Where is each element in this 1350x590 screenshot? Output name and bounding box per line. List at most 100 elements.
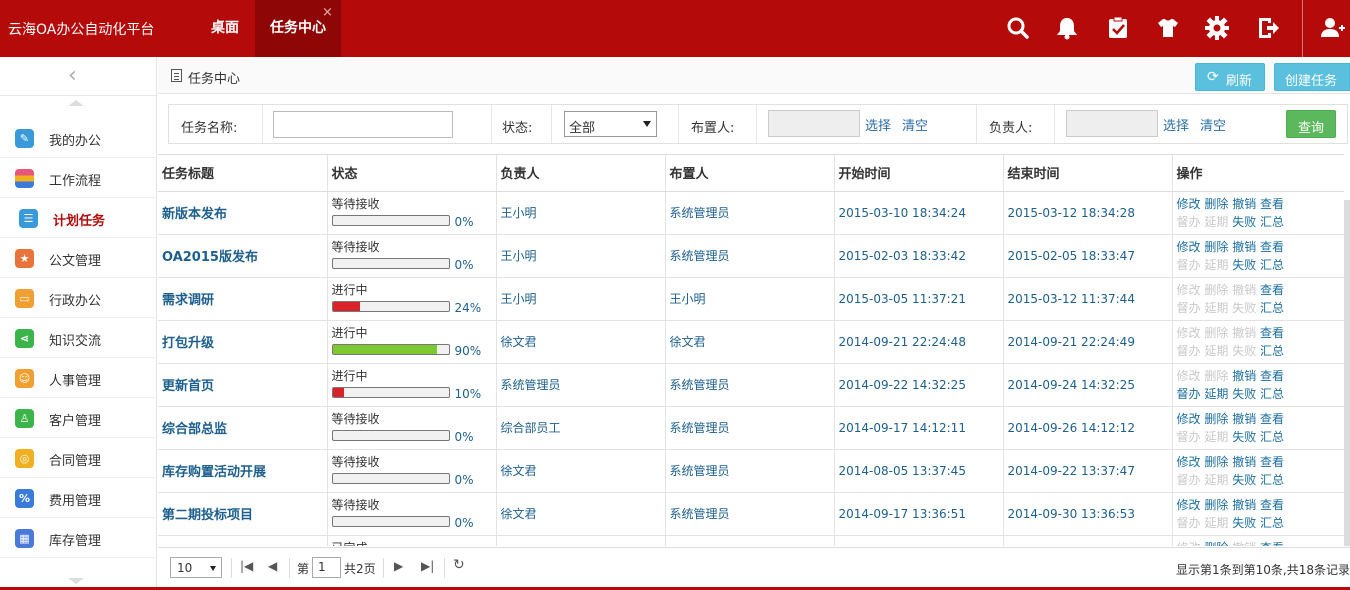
sidebar-item-customer[interactable]: ♙ 客户管理	[0, 398, 157, 438]
op-view-link[interactable]: 查看	[1260, 369, 1284, 383]
op-view-link[interactable]: 查看	[1260, 240, 1284, 254]
op-revoke-link[interactable]: 撤销	[1232, 498, 1256, 512]
clipboard-check-icon[interactable]	[1104, 14, 1132, 42]
gear-icon[interactable]	[1203, 14, 1231, 42]
op-view-link[interactable]: 查看	[1260, 541, 1284, 547]
refresh-button[interactable]: ⟳ 刷新	[1195, 63, 1265, 91]
op-fail-link[interactable]: 失败	[1232, 516, 1256, 530]
op-delete-link[interactable]: 删除	[1204, 412, 1228, 426]
column-header[interactable]: 任务标题	[158, 155, 328, 192]
assigner-input[interactable]	[768, 110, 860, 137]
op-fail-link[interactable]: 失败	[1232, 215, 1256, 229]
task-title[interactable]: OA2015版发布	[158, 234, 328, 278]
page-number-input[interactable]: 1	[312, 557, 341, 578]
op-view-link[interactable]: 查看	[1260, 412, 1284, 426]
op-view-link[interactable]: 查看	[1260, 326, 1284, 340]
op-fail-link[interactable]: 失败	[1232, 473, 1256, 487]
op-summary-link[interactable]: 汇总	[1260, 215, 1284, 229]
task-title[interactable]: 需求调研	[158, 277, 328, 321]
column-header[interactable]: 结束时间	[1003, 155, 1173, 192]
logout-icon[interactable]	[1254, 14, 1282, 42]
op-summary-link[interactable]: 汇总	[1260, 430, 1284, 444]
reload-icon[interactable]: ↻	[453, 557, 465, 573]
op-revoke-link[interactable]: 撤销	[1232, 412, 1256, 426]
op-view-link[interactable]: 查看	[1260, 498, 1284, 512]
op-view-link[interactable]: 查看	[1260, 283, 1284, 297]
op-summary-link[interactable]: 汇总	[1260, 516, 1284, 530]
owner-input[interactable]	[1066, 110, 1158, 137]
table-row[interactable]: 库存购置活动开展 等待接收 0% 徐文君 系统管理员 2014-08-05 13:37:4…	[158, 449, 1344, 493]
task-name-input[interactable]	[273, 111, 453, 138]
bell-icon[interactable]	[1053, 14, 1081, 42]
column-header[interactable]: 状态	[327, 155, 497, 192]
op-summary-link[interactable]: 汇总	[1260, 258, 1284, 272]
create-task-button[interactable]: 创建任务	[1274, 63, 1350, 91]
op-summary-link[interactable]: 汇总	[1260, 301, 1284, 315]
task-title[interactable]: 打包升级	[158, 320, 328, 364]
op-edit-link[interactable]: 修改	[1177, 197, 1201, 211]
column-header[interactable]: 操作	[1172, 155, 1344, 192]
column-header[interactable]: 负责人	[496, 155, 666, 192]
sidebar-item-hr[interactable]: ☺ 人事管理	[0, 358, 157, 398]
op-supervise-link[interactable]: 督办	[1177, 387, 1201, 401]
op-edit-link[interactable]: 修改	[1177, 240, 1201, 254]
op-summary-link[interactable]: 汇总	[1260, 344, 1284, 358]
op-delete-link[interactable]: 删除	[1204, 498, 1228, 512]
status-select[interactable]: 全部	[564, 111, 657, 137]
table-row[interactable]: 综合部总监 等待接收 0% 综合部员工 系统管理员 2014-09-17 14:12:11…	[158, 406, 1344, 450]
task-title[interactable]: 更新首页	[158, 363, 328, 407]
table-row[interactable]: 需求调研 进行中 24% 王小明 王小明 2015-03-05 11:37:21 2015-…	[158, 277, 1344, 321]
op-view-link[interactable]: 查看	[1260, 455, 1284, 469]
sidebar-collapse[interactable]: ‹	[0, 57, 157, 96]
op-revoke-link[interactable]: 撤销	[1232, 197, 1256, 211]
table-row[interactable]: 更新首页 进行中 10% 系统管理员 系统管理员 2014-09-22 14:32:25 2…	[158, 363, 1344, 407]
op-delete-link[interactable]: 删除	[1204, 197, 1228, 211]
op-delete-link[interactable]: 删除	[1204, 240, 1228, 254]
sidebar-item-document[interactable]: ★ 公文管理	[0, 238, 157, 278]
sidebar-item-knowledge[interactable]: ⋖ 知识交流	[0, 318, 157, 358]
first-page-icon[interactable]: |◀	[240, 559, 253, 573]
op-fail-link[interactable]: 失败	[1232, 430, 1256, 444]
op-revoke-link[interactable]: 撤销	[1232, 455, 1256, 469]
query-button[interactable]: 查询	[1286, 110, 1336, 138]
task-title[interactable]: 第二期投标项目	[158, 492, 328, 536]
op-extend-link[interactable]: 延期	[1204, 387, 1228, 401]
op-summary-link[interactable]: 汇总	[1260, 387, 1284, 401]
scroll-down-arrow-icon[interactable]	[68, 578, 84, 584]
sidebar-item-inventory[interactable]: ▦ 库存管理	[0, 518, 157, 558]
last-page-icon[interactable]: ▶|	[421, 559, 434, 573]
task-title[interactable]: 综合部总监	[158, 406, 328, 450]
page-size-select[interactable]: 10	[170, 557, 222, 578]
op-fail-link[interactable]: 失败	[1232, 387, 1256, 401]
sidebar-item-admin[interactable]: ▭ 行政办公	[0, 278, 157, 318]
table-scrollbar[interactable]	[1344, 200, 1350, 546]
table-row[interactable]: 打包升级 进行中 90% 徐文君 徐文君 2014-09-21 22:24:48 2014-…	[158, 320, 1344, 364]
task-title[interactable]	[158, 535, 328, 546]
op-edit-link[interactable]: 修改	[1177, 412, 1201, 426]
column-header[interactable]: 开始时间	[834, 155, 1004, 192]
search-icon[interactable]	[1004, 14, 1032, 42]
chevron-left-icon[interactable]: ‹	[68, 63, 77, 88]
sidebar-item-expense[interactable]: % 费用管理	[0, 478, 157, 518]
op-delete-link[interactable]: 删除	[1204, 541, 1228, 547]
user-icon[interactable]	[1318, 14, 1346, 42]
tab-close-icon[interactable]: ×	[322, 6, 333, 19]
task-title[interactable]: 库存购置活动开展	[158, 449, 328, 493]
assigner-select-link[interactable]: 选择	[865, 115, 891, 134]
op-summary-link[interactable]: 汇总	[1260, 473, 1284, 487]
table-row[interactable]: OA2015版发布 等待接收 0% 王小明 系统管理员 2015-02-03 18:33:…	[158, 234, 1344, 278]
task-title[interactable]: 新版本发布	[158, 191, 328, 235]
sidebar-item-workflow[interactable]: 工作流程	[0, 158, 157, 198]
table-row[interactable]: 第二期投标项目 等待接收 0% 徐文君 系统管理员 2014-09-17 13:36:51…	[158, 492, 1344, 536]
tshirt-icon[interactable]	[1154, 14, 1182, 42]
sidebar-item-my-office[interactable]: ✎ 我的办公	[0, 118, 157, 158]
op-edit-link[interactable]: 修改	[1177, 455, 1201, 469]
op-edit-link[interactable]: 修改	[1177, 498, 1201, 512]
op-revoke-link[interactable]: 撤销	[1232, 240, 1256, 254]
owner-select-link[interactable]: 选择	[1163, 115, 1189, 134]
op-fail-link[interactable]: 失败	[1232, 258, 1256, 272]
owner-clear-link[interactable]: 清空	[1200, 115, 1226, 134]
next-page-icon[interactable]: ▶	[394, 559, 403, 573]
op-delete-link[interactable]: 删除	[1204, 455, 1228, 469]
scroll-up-arrow-icon[interactable]	[68, 100, 84, 106]
